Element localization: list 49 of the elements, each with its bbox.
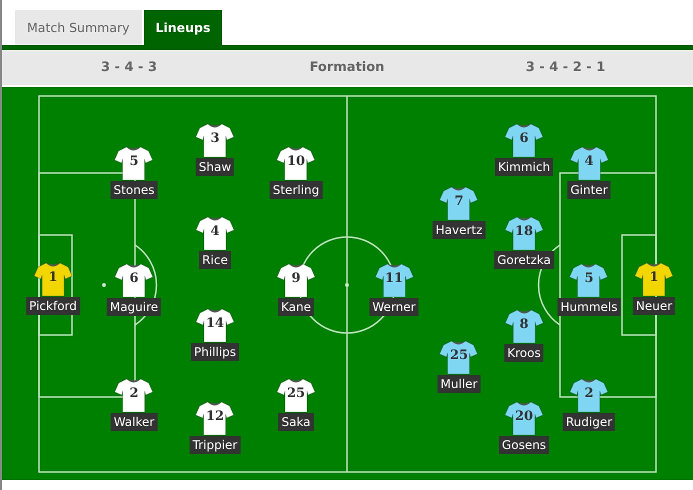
player-name: Kimmich xyxy=(494,158,554,176)
player-name: Maguire xyxy=(106,298,162,316)
player-name: Hummels xyxy=(558,298,620,316)
player-name: Saka xyxy=(278,413,314,431)
player-name: Ginter xyxy=(567,181,611,199)
player-name: Stones xyxy=(110,181,158,199)
player-name: Sterling xyxy=(270,181,322,199)
jersey-number: 8 xyxy=(518,317,530,332)
player-name: Rudiger xyxy=(562,413,616,431)
player-name: Muller xyxy=(438,375,480,393)
jersey-number: 7 xyxy=(453,194,465,209)
jersey-number: 6 xyxy=(128,271,140,286)
player-name: Shaw xyxy=(196,158,234,176)
player-name: Gosens xyxy=(498,436,550,454)
player-name: Werner xyxy=(369,298,419,316)
tab[interactable]: Lineups xyxy=(144,10,222,45)
jersey-number: 14 xyxy=(204,316,226,331)
player-name: Phillips xyxy=(190,343,240,361)
jersey-number: 18 xyxy=(514,224,534,239)
player-name: Neuer xyxy=(632,297,676,315)
player-name: Walker xyxy=(110,413,158,431)
jersey-number: 25 xyxy=(286,386,306,401)
away-formation: 3 - 4 - 2 - 1 xyxy=(526,60,606,75)
jersey-number: 3 xyxy=(209,131,220,146)
tab[interactable]: Match Summary xyxy=(15,10,142,45)
player-name: Goretzka xyxy=(494,251,554,269)
jersey-number: 4 xyxy=(583,154,594,169)
player-name: Kroos xyxy=(504,344,544,362)
jersey-number: 5 xyxy=(128,154,140,169)
jersey-number: 11 xyxy=(384,271,404,286)
jersey-number: 10 xyxy=(286,154,306,169)
jersey-number: 2 xyxy=(583,386,594,401)
jersey-number: 12 xyxy=(204,409,226,424)
jersey-number: 4 xyxy=(209,224,221,239)
jersey-number: 20 xyxy=(514,409,534,424)
player-name: Kane xyxy=(278,298,314,316)
jersey-number: 1 xyxy=(648,270,660,285)
jersey-number: 9 xyxy=(290,271,302,286)
home-formation: 3 - 4 - 3 xyxy=(100,60,158,75)
player-name: Trippier xyxy=(190,436,240,454)
jersey-number: 25 xyxy=(448,348,470,363)
formation-label: Formation xyxy=(310,60,384,75)
player-name: Havertz xyxy=(432,221,486,239)
player-name: Pickford xyxy=(26,297,80,315)
jersey-number: 6 xyxy=(518,131,530,146)
player-name: Rice xyxy=(199,251,231,269)
jersey-number: 2 xyxy=(128,386,140,401)
jersey-number: 1 xyxy=(47,270,58,285)
jersey-number: 5 xyxy=(583,271,594,286)
